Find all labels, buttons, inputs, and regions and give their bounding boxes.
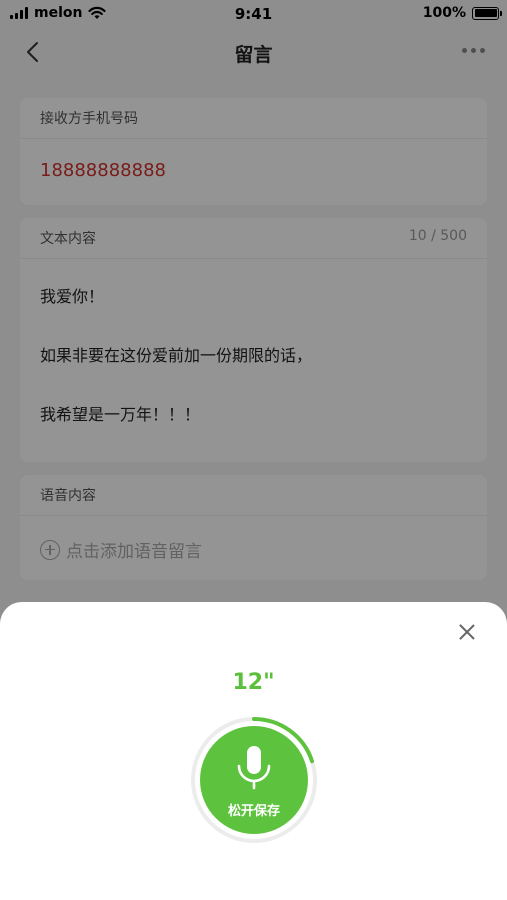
microphone-icon <box>237 746 271 790</box>
record-timer: 12" <box>232 670 275 695</box>
close-icon[interactable] <box>459 624 475 640</box>
release-to-save-label: 松开保存 <box>227 804 280 819</box>
record-button[interactable]: 松开保存 <box>200 726 308 834</box>
recorder-sheet: 12" 松开保存 <box>0 602 507 900</box>
record-control: 松开保存 <box>189 715 319 845</box>
screen: melon 9:41 100% 留言 接收方手机号码 18888888888 文… <box>0 0 507 900</box>
